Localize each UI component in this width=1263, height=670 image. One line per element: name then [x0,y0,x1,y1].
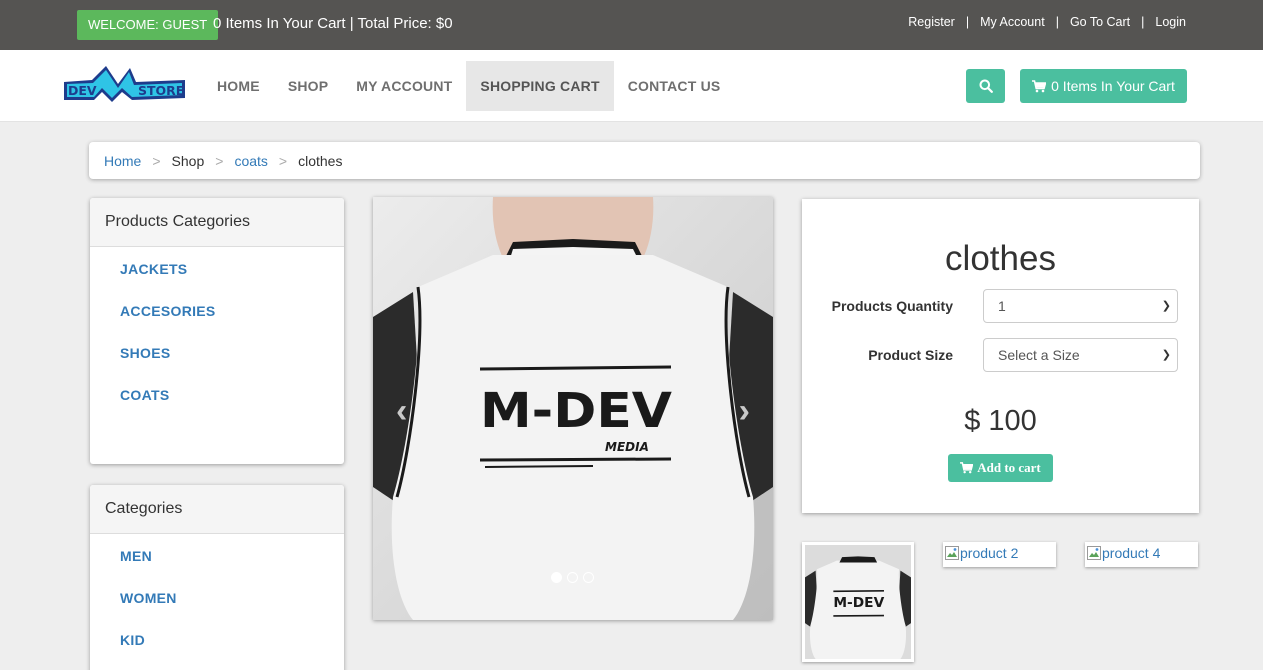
svg-text:M-DEV: M-DEV [480,383,672,439]
quantity-value: 1 [998,298,1006,314]
svg-text:DEV: DEV [68,83,97,98]
chevron-down-icon: ❯ [1161,300,1171,312]
list-item: KID [120,632,344,670]
products-categories-list: JACKETS ACCESORIES SHOES COATS [90,247,344,429]
broken-image-icon [945,546,959,560]
broken-image-icon [1087,546,1101,560]
my-account-link[interactable]: My Account [980,15,1045,29]
breadcrumb-separator: > [152,152,161,169]
nav-contact-us[interactable]: CONTACT US [614,61,735,111]
chevron-down-icon: ❯ [1161,349,1171,361]
thumbnail-alt-text: product 2 [960,545,1019,561]
add-to-cart-label: Add to cart [977,460,1041,475]
breadcrumb-coats[interactable]: coats [234,153,267,169]
products-categories-panel: Products Categories JACKETS ACCESORIES S… [90,198,344,464]
list-item: COATS [120,387,344,429]
login-link[interactable]: Login [1155,15,1186,29]
breadcrumb-shop: Shop [171,152,205,169]
breadcrumb: Home > Shop > coats > clothes [89,142,1200,179]
category-kid[interactable]: KID [120,632,145,648]
product-price: $ 100 [964,405,1037,437]
carousel-dot[interactable] [551,572,562,583]
svg-text:M-DEV: M-DEV [833,596,884,611]
categories-panel: Categories MEN WOMEN KID [90,485,344,670]
svg-text:STORE: STORE [138,83,184,98]
panel-title: Products Categories [90,198,344,247]
cart-button[interactable]: 0 Items In Your Cart [1020,69,1187,103]
carousel-indicators [551,572,594,583]
list-item: JACKETS [120,261,344,303]
nav-shopping-cart[interactable]: SHOPPING CART [466,61,614,111]
list-item: ACCESORIES [120,303,344,345]
top-bar: WELCOME: GUEST 0 Items In Your Cart | To… [0,0,1263,50]
list-item: SHOES [120,345,344,387]
product-thumbnail-4[interactable]: product 4 [1085,542,1198,567]
category-men[interactable]: MEN [120,548,152,564]
carousel-dot[interactable] [567,572,578,583]
search-button[interactable] [966,69,1005,103]
nav-links: HOME SHOP MY ACCOUNT SHOPPING CART CONTA… [203,61,734,111]
size-label: Product Size [868,347,953,363]
svg-text:MEDIA: MEDIA [605,440,649,454]
category-shoes[interactable]: SHOES [120,345,171,361]
breadcrumb-separator: > [278,152,288,169]
carousel-prev-button[interactable]: ‹ [396,392,407,431]
panel-title: Categories [90,485,344,534]
welcome-badge: WELCOME: GUEST [77,10,219,40]
main-navbar: DEV STORE HOME SHOP MY ACCOUNT SHOPPING … [0,50,1263,122]
nav-my-account[interactable]: MY ACCOUNT [342,61,466,111]
category-jackets[interactable]: JACKETS [120,261,187,277]
product-image-carousel[interactable]: M-DEV MEDIA ‹ › [373,197,773,620]
breadcrumb-home[interactable]: Home [104,153,141,169]
carousel-dot[interactable] [583,572,594,583]
shopping-cart-icon [1032,79,1047,92]
separator: | [1055,15,1059,29]
breadcrumb-separator: > [215,152,224,169]
carousel-next-button[interactable]: › [739,392,750,431]
size-placeholder: Select a Size [998,347,1080,363]
product-image: M-DEV MEDIA [373,197,773,620]
quantity-select[interactable]: 1 ❯ [983,289,1178,323]
top-links: Register | My Account | Go To Cart | Log… [908,15,1186,29]
categories-list: MEN WOMEN KID [90,534,344,670]
nav-home[interactable]: HOME [203,61,274,111]
quantity-label: Products Quantity [831,298,953,314]
devm-store-logo[interactable]: DEV STORE [62,62,187,108]
thumbnail-alt-text: product 4 [1102,545,1161,561]
shopping-cart-icon [960,462,974,474]
product-title: clothes [945,239,1056,278]
category-accesories[interactable]: ACCESORIES [120,303,216,319]
product-thumbnail-2[interactable]: product 2 [943,542,1056,567]
category-coats[interactable]: COATS [120,387,169,403]
product-details: clothes Products Quantity 1 ❯ Product Si… [802,199,1199,513]
separator: | [1141,15,1145,29]
thumbnail-image: M-DEV [805,545,911,659]
category-women[interactable]: WOMEN [120,590,177,606]
list-item: WOMEN [120,590,344,632]
product-thumbnail-1[interactable]: M-DEV [802,542,914,662]
separator: | [965,15,970,29]
cart-button-label: 0 Items In Your Cart [1051,78,1175,94]
nav-shop[interactable]: SHOP [274,61,342,111]
list-item: MEN [120,548,344,590]
cart-summary: 0 Items In Your Cart | Total Price: $0 [213,15,453,32]
register-link[interactable]: Register [908,15,955,29]
size-select[interactable]: Select a Size ❯ [983,338,1178,372]
breadcrumb-current: clothes [298,152,343,169]
search-icon [979,79,993,93]
add-to-cart-button[interactable]: Add to cart [948,454,1053,482]
go-to-cart-link[interactable]: Go To Cart [1070,15,1130,29]
